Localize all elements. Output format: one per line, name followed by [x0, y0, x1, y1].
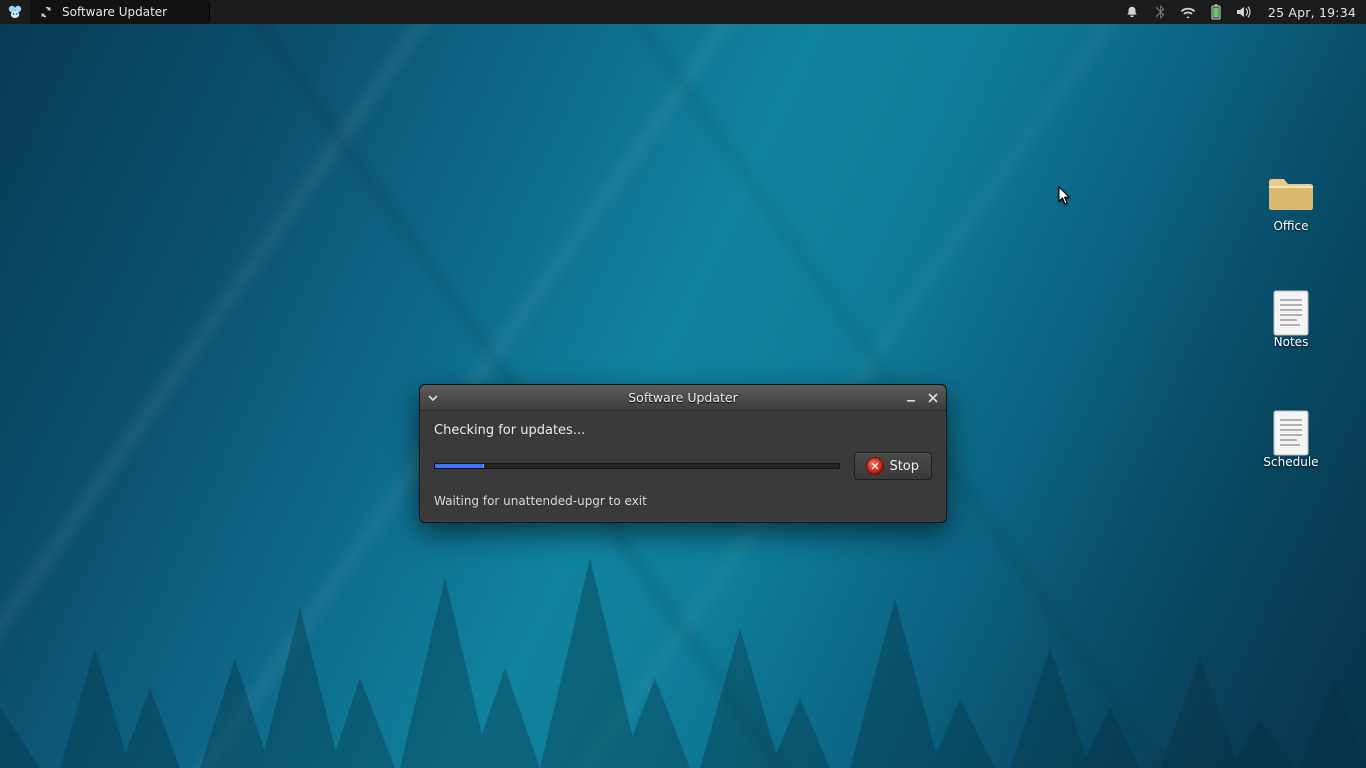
text-file-icon: [1267, 410, 1315, 450]
desktop-icon-office[interactable]: Office: [1246, 174, 1336, 233]
taskbar-item-software-updater[interactable]: Software Updater: [30, 0, 210, 24]
panel-clock[interactable]: 25 Apr, 19:34: [1264, 5, 1356, 20]
stop-button[interactable]: Stop: [854, 452, 932, 480]
software-updater-window: Software Updater Checking for updates...: [419, 384, 947, 523]
whisker-menu-button[interactable]: [0, 0, 30, 24]
desktop-icon-notes[interactable]: Notes: [1246, 290, 1336, 349]
text-file-icon: [1267, 290, 1315, 330]
system-tray: 25 Apr, 19:34: [1114, 0, 1366, 24]
taskbar: Software Updater: [30, 0, 210, 24]
stop-circle-icon: [867, 458, 883, 474]
window-close-button[interactable]: [926, 391, 940, 405]
refresh-icon: [38, 4, 54, 20]
window-title: Software Updater: [466, 390, 900, 405]
update-detail-text: Waiting for unattended-upgr to exit: [434, 494, 932, 508]
notifications-icon[interactable]: [1124, 4, 1140, 20]
desktop-icon-schedule[interactable]: Schedule: [1246, 410, 1336, 469]
update-progressbar: [434, 463, 840, 469]
volume-icon[interactable]: [1236, 4, 1252, 20]
desktop-icon-label: Office: [1273, 220, 1308, 233]
window-menu-button[interactable]: [426, 391, 440, 405]
window-minimize-button[interactable]: [904, 391, 918, 405]
desktop[interactable]: Office Notes: [0, 24, 1366, 768]
folder-icon: [1267, 174, 1315, 214]
desktop-icon-label: Notes: [1274, 336, 1309, 349]
chevron-down-icon: [427, 392, 439, 404]
wifi-icon[interactable]: [1180, 4, 1196, 20]
update-progressbar-fill: [435, 464, 484, 468]
bluetooth-icon[interactable]: [1152, 4, 1168, 20]
stop-button-label: Stop: [889, 459, 919, 474]
xfce-mouse-icon: [7, 4, 23, 20]
window-titlebar[interactable]: Software Updater: [420, 385, 946, 411]
taskbar-item-label: Software Updater: [62, 5, 167, 19]
top-panel: Software Updater 25 Apr, 19:34: [0, 0, 1366, 24]
desktop-icon-label: Schedule: [1263, 456, 1318, 469]
battery-icon[interactable]: [1208, 4, 1224, 20]
minimize-icon: [906, 393, 916, 403]
update-status-text: Checking for updates...: [434, 423, 932, 438]
close-icon: [928, 393, 938, 403]
